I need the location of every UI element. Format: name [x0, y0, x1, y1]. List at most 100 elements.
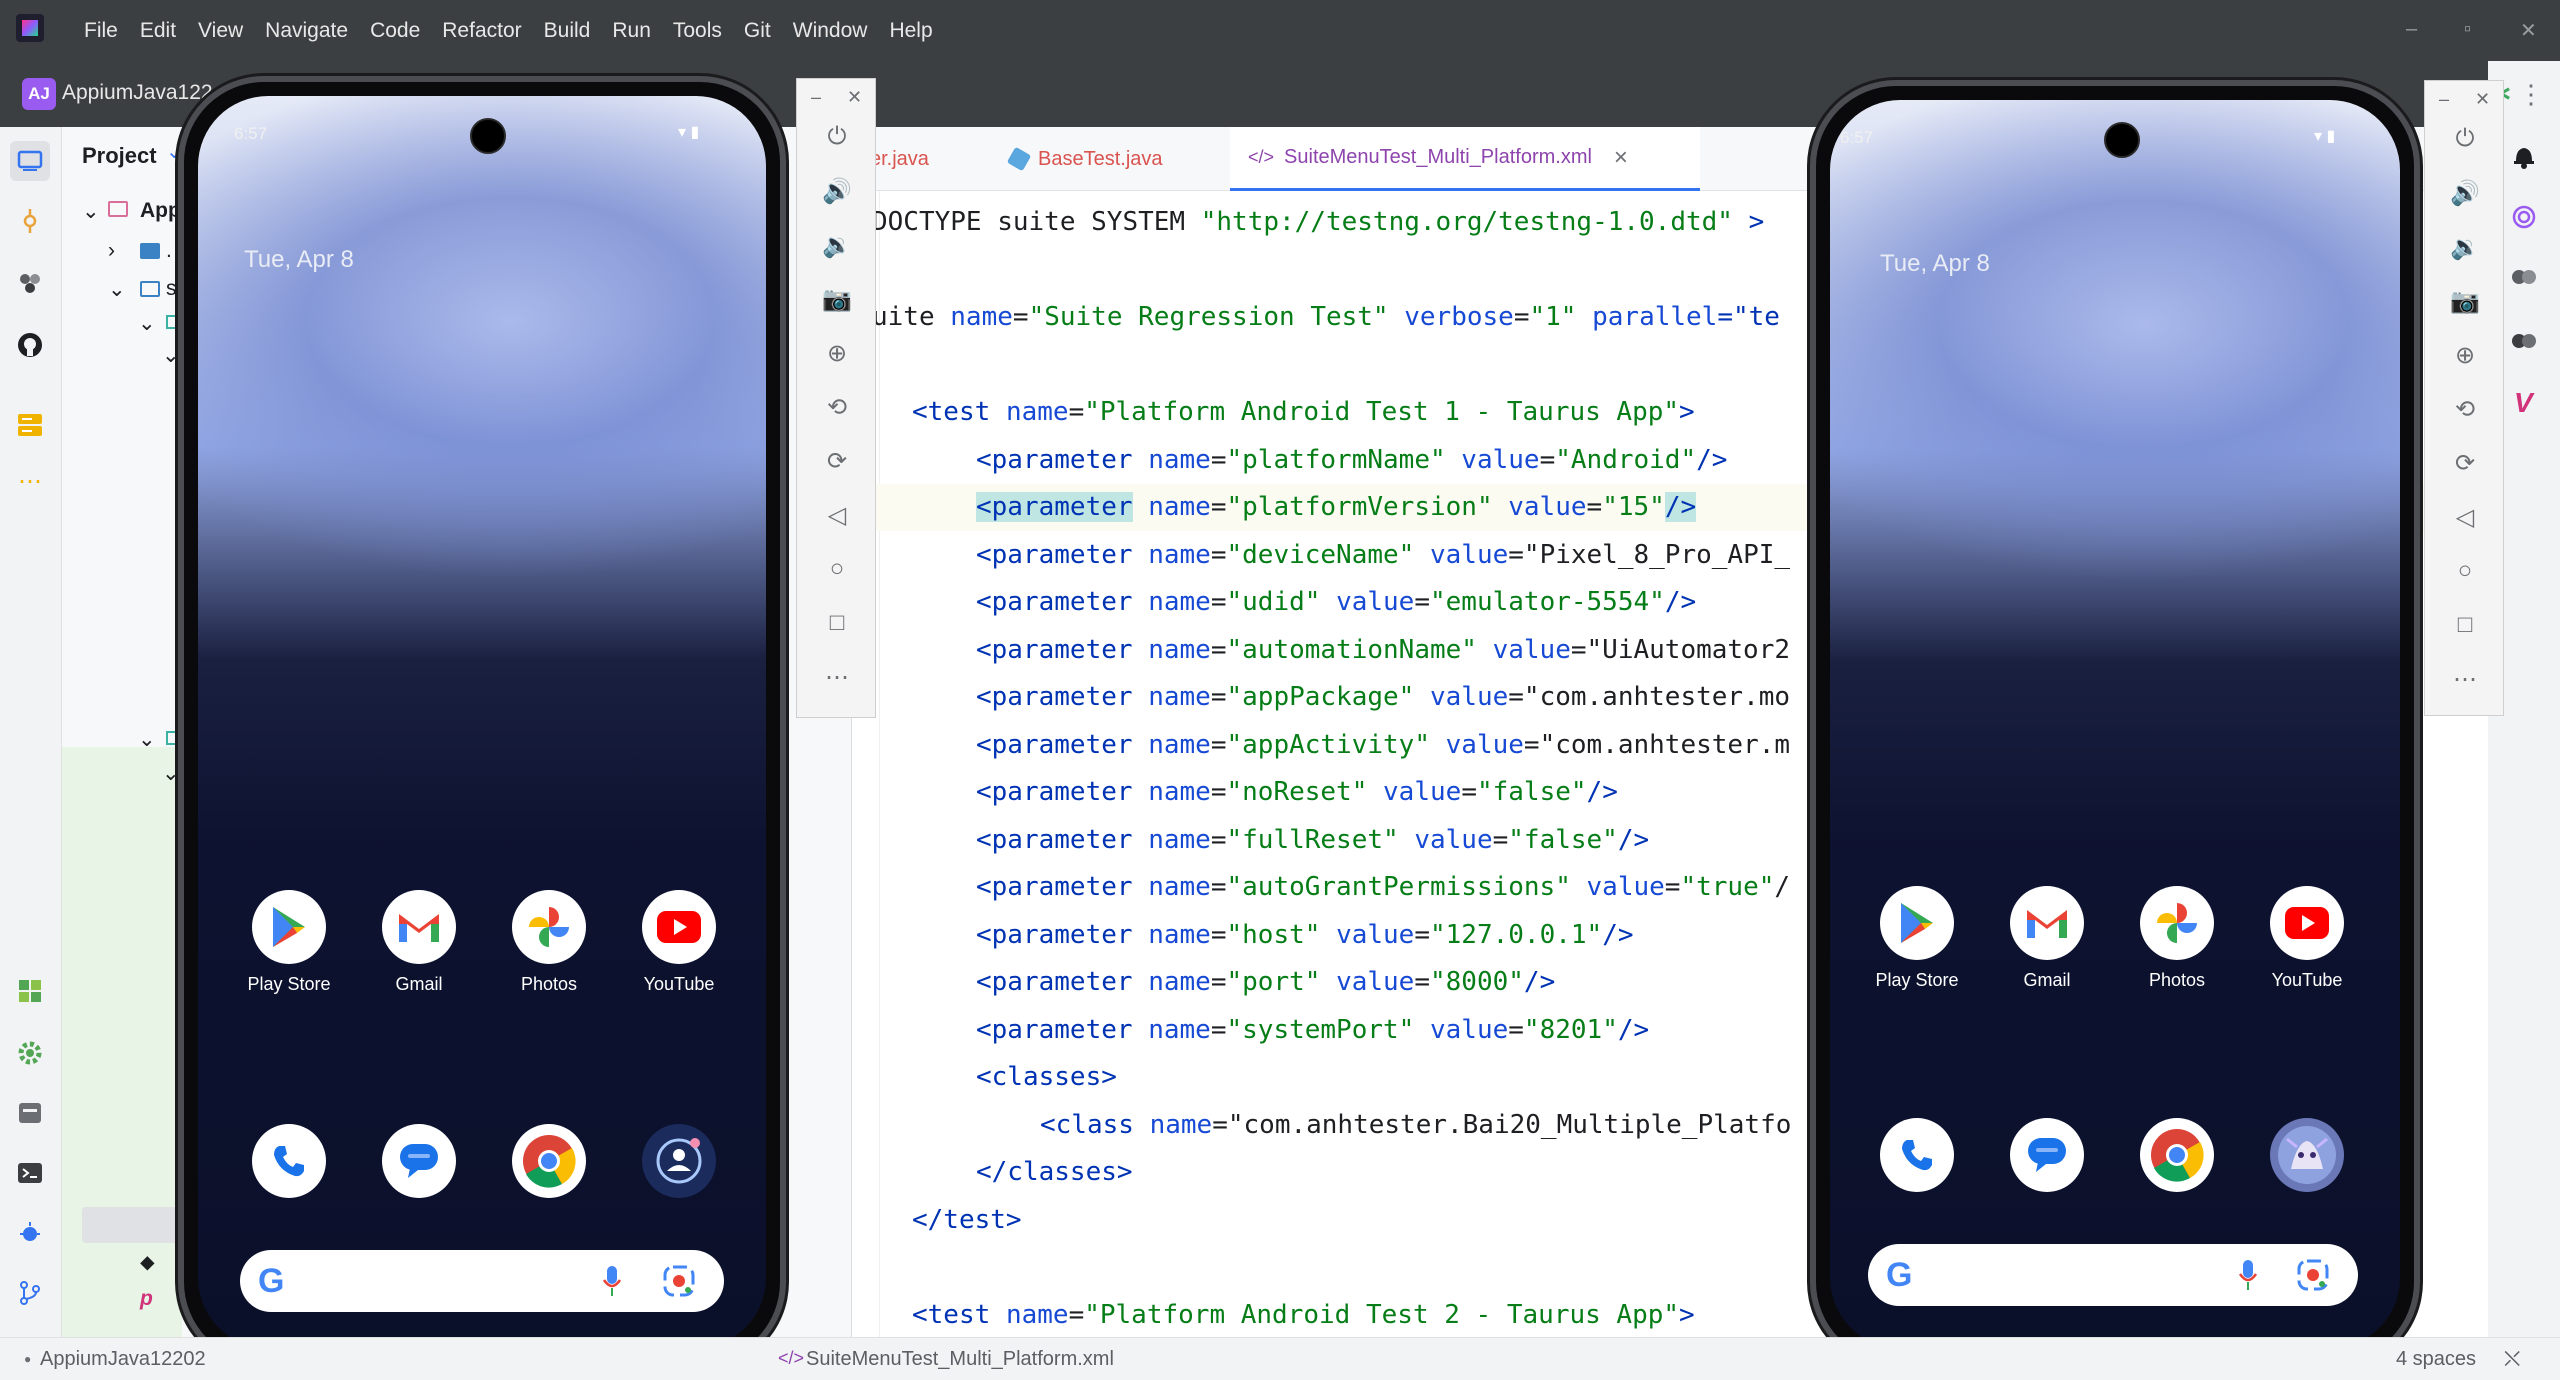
home-icon[interactable]: ○ — [2425, 557, 2505, 585]
more-vertical-icon[interactable]: ⋮ — [2518, 79, 2544, 110]
power-icon[interactable]: ⏻ — [797, 123, 877, 151]
volume-up-icon[interactable]: 🔊 — [2425, 179, 2505, 208]
chrome-icon[interactable] — [512, 1124, 586, 1198]
status-breadcrumb-file[interactable]: SuiteMenuTest_Multi_Platform.xml — [806, 1348, 1114, 1371]
lockscreen-date[interactable]: Tue, Apr 8 — [1880, 250, 1990, 278]
google-lens-icon[interactable] — [2296, 1258, 2330, 1297]
gmail-icon[interactable] — [2010, 886, 2084, 960]
overview-icon[interactable]: □ — [797, 609, 877, 637]
rotate-right-icon[interactable]: ⟳ — [2425, 449, 2505, 478]
menu-edit[interactable]: Edit — [140, 19, 176, 43]
emulator-minimize-button[interactable]: – — [2439, 89, 2449, 110]
play-store-icon[interactable] — [1880, 886, 1954, 960]
status-indent[interactable]: 4 spaces — [2396, 1348, 2476, 1371]
volume-down-icon[interactable]: 🔉 — [2425, 233, 2505, 262]
contacts-icon[interactable] — [642, 1124, 716, 1198]
menu-navigate[interactable]: Navigate — [265, 19, 348, 43]
volume-up-icon[interactable]: 🔊 — [797, 177, 877, 206]
back-icon[interactable]: ◁ — [2425, 503, 2505, 532]
microphone-icon[interactable] — [602, 1264, 622, 1303]
gradle-icon[interactable] — [2510, 265, 2538, 294]
tree-arrow[interactable]: ⌄ — [82, 199, 100, 224]
services-tool-icon[interactable] — [14, 1097, 46, 1129]
tab-basetest-java[interactable]: BaseTest.java — [992, 127, 1222, 191]
emulator-minimize-button[interactable]: – — [811, 87, 821, 108]
menu-build[interactable]: Build — [544, 19, 591, 43]
window-restore-button[interactable]: ▫ — [2464, 18, 2471, 41]
back-icon[interactable]: ◁ — [797, 501, 877, 530]
git-file-icon[interactable]: ⬥ — [140, 1251, 155, 1275]
tree-arrow[interactable]: ⌄ — [162, 761, 180, 786]
emulator-close-button[interactable]: ✕ — [2475, 89, 2490, 110]
more-tools-icon[interactable]: ⋯ — [14, 465, 46, 497]
project-name[interactable]: AppiumJava122 — [62, 81, 213, 105]
terminal-icon[interactable] — [14, 1157, 46, 1189]
phone-icon[interactable] — [1880, 1118, 1954, 1192]
database-tool-icon[interactable] — [14, 409, 46, 441]
gmail-icon[interactable] — [382, 890, 456, 964]
project-tool-icon[interactable] — [10, 141, 50, 181]
tree-arrow[interactable]: ⌄ — [138, 727, 156, 752]
tree-arrow[interactable]: ⌄ — [162, 343, 180, 368]
menu-git[interactable]: Git — [744, 19, 771, 43]
copilot-spiral-icon[interactable] — [2512, 205, 2536, 234]
tree-item[interactable]: . — [166, 239, 172, 263]
google-search-bar[interactable]: G — [240, 1250, 724, 1312]
photos-icon[interactable] — [512, 890, 586, 964]
lockscreen-date[interactable]: Tue, Apr 8 — [244, 246, 354, 274]
tree-arrow[interactable]: › — [108, 239, 115, 263]
messages-icon[interactable] — [382, 1124, 456, 1198]
project-panel-title[interactable]: Project — [82, 143, 157, 169]
youtube-icon[interactable] — [2270, 886, 2344, 960]
play-store-icon[interactable] — [252, 890, 326, 964]
volume-down-icon[interactable]: 🔉 — [797, 231, 877, 260]
tree-item-root[interactable]: App — [140, 199, 181, 223]
selected-tree-row[interactable] — [82, 1207, 182, 1243]
messages-icon[interactable] — [2010, 1118, 2084, 1192]
lock-icon[interactable]: ⛌ — [2504, 1346, 2520, 1372]
window-minimize-button[interactable]: – — [2406, 18, 2417, 41]
tree-arrow[interactable]: ⌄ — [108, 277, 126, 302]
menu-run[interactable]: Run — [612, 19, 651, 43]
device-manager-icon[interactable] — [2510, 329, 2538, 358]
menu-help[interactable]: Help — [889, 19, 932, 43]
rotate-left-icon[interactable]: ⟲ — [2425, 395, 2505, 424]
game-icon[interactable] — [2270, 1118, 2344, 1192]
menu-code[interactable]: Code — [370, 19, 420, 43]
camera-icon[interactable]: 📷 — [2425, 287, 2505, 316]
more-options-icon[interactable]: ⋯ — [797, 663, 877, 692]
menu-window[interactable]: Window — [793, 19, 868, 43]
menu-refactor[interactable]: Refactor — [442, 19, 521, 43]
power-icon[interactable]: ⏻ — [2425, 125, 2505, 153]
tree-item-src[interactable]: s — [166, 277, 177, 301]
zoom-icon[interactable]: ⊕ — [2425, 341, 2505, 370]
phone-screen[interactable]: 6:57 ▾ ▮ Tue, Apr 8 Play Store Gmail Pho… — [198, 96, 766, 1348]
project-badge[interactable]: AJ — [22, 78, 56, 110]
home-icon[interactable]: ○ — [797, 555, 877, 583]
plugins-tool-icon[interactable] — [14, 267, 46, 299]
menu-file[interactable]: File — [84, 19, 118, 43]
structure-tool-icon[interactable] — [14, 975, 46, 1007]
emulator-close-button[interactable]: ✕ — [847, 87, 862, 108]
commit-tool-icon[interactable] — [14, 205, 46, 237]
vitest-v-icon[interactable]: V — [2514, 387, 2533, 419]
zoom-icon[interactable]: ⊕ — [797, 339, 877, 368]
more-options-icon[interactable]: ⋯ — [2425, 665, 2505, 694]
intellij-logo-icon[interactable] — [16, 14, 44, 42]
window-close-button[interactable]: ✕ — [2520, 18, 2537, 43]
overview-icon[interactable]: □ — [2425, 611, 2505, 639]
github-icon[interactable] — [14, 329, 46, 361]
settings-gear-icon[interactable] — [14, 1037, 46, 1069]
microphone-icon[interactable] — [2238, 1258, 2258, 1297]
rotate-right-icon[interactable]: ⟳ — [797, 447, 877, 476]
camera-icon[interactable]: 📷 — [797, 285, 877, 314]
tree-arrow[interactable]: ⌄ — [138, 311, 156, 336]
file-item[interactable]: p — [140, 1287, 153, 1311]
problems-tool-icon[interactable] — [14, 1217, 46, 1249]
tab-suitemenutest-xml[interactable]: </> SuiteMenuTest_Multi_Platform.xml × — [1230, 127, 1700, 191]
menu-tools[interactable]: Tools — [673, 19, 722, 43]
tab-close-icon[interactable]: × — [1614, 144, 1628, 172]
git-branch-icon[interactable] — [14, 1277, 46, 1309]
menu-view[interactable]: View — [198, 19, 243, 43]
status-project-name[interactable]: AppiumJava12202 — [40, 1348, 206, 1371]
